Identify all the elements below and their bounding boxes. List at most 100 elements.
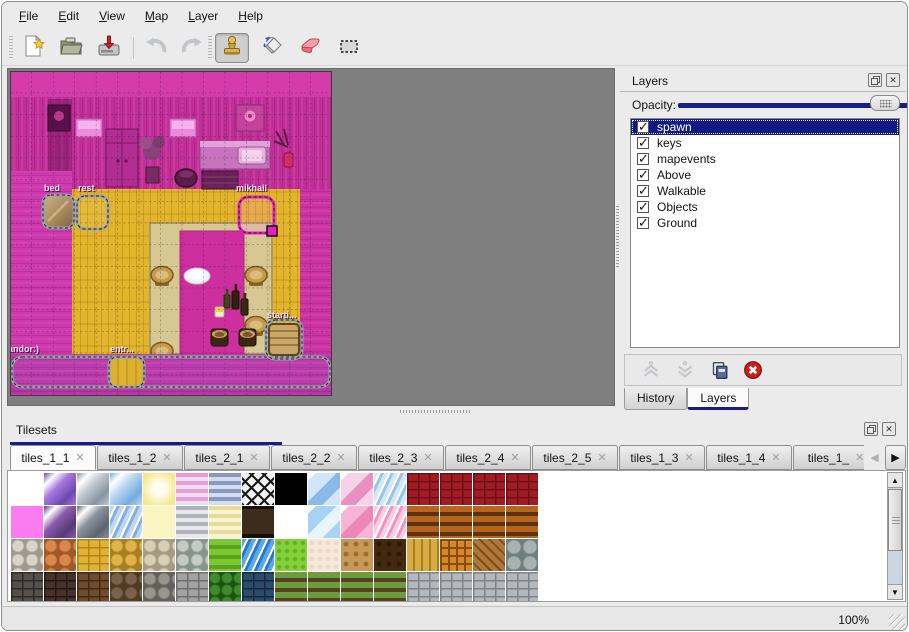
scroll-down-icon[interactable]: ▼ bbox=[888, 584, 902, 599]
resize-grip[interactable] bbox=[889, 614, 905, 630]
tileset-tab[interactable]: tiles_1_4 ✕ bbox=[706, 445, 792, 470]
tileset-tile-brick-grey-light[interactable] bbox=[407, 572, 439, 602]
checkbox-checked-icon[interactable] bbox=[637, 201, 649, 213]
tileset-tile-stone-brown[interactable] bbox=[110, 572, 142, 602]
tileset-tab[interactable]: tiles_2_3 ✕ bbox=[358, 445, 444, 470]
rect-select-button[interactable] bbox=[333, 33, 365, 63]
tileset-tile-brick-brown[interactable] bbox=[77, 572, 109, 602]
tileset-tile-black[interactable] bbox=[275, 473, 307, 505]
object-resize-handle[interactable] bbox=[267, 226, 277, 236]
menu-layer[interactable]: Layer bbox=[179, 6, 227, 26]
tab-history[interactable]: History bbox=[624, 388, 687, 410]
tab-layers[interactable]: Layers bbox=[687, 388, 749, 410]
close-tab-icon[interactable]: ✕ bbox=[423, 451, 432, 464]
tileset-tile-sand-pink[interactable] bbox=[308, 539, 340, 571]
tileset-tile-cobble-slate[interactable] bbox=[176, 539, 208, 571]
opacity-slider-handle[interactable] bbox=[870, 95, 900, 111]
tileset-tab[interactable]: tiles_2_1 ✕ bbox=[184, 445, 270, 470]
tileset-tile-herringbone[interactable] bbox=[473, 539, 505, 571]
tileset-tile-water-pool[interactable] bbox=[308, 506, 340, 538]
tileset-tile-crystal-grey-dark[interactable] bbox=[77, 506, 109, 538]
tileset-tile-lattice[interactable] bbox=[242, 473, 274, 505]
scroll-up-icon[interactable]: ▲ bbox=[888, 473, 902, 488]
stamp-brush-button[interactable] bbox=[215, 33, 249, 63]
tileset-tile-stripes-pink[interactable] bbox=[176, 473, 208, 505]
checkbox-checked-icon[interactable] bbox=[637, 185, 649, 197]
map-object-mikhail-selected[interactable] bbox=[239, 197, 277, 236]
menu-file[interactable]: File bbox=[10, 6, 47, 26]
tileset-tab[interactable]: tiles_2_5 ✕ bbox=[532, 445, 618, 470]
tileset-tile-brick-grey[interactable] bbox=[176, 572, 208, 602]
tileset-tab[interactable]: tiles_1_1 ✕ bbox=[10, 445, 96, 470]
tileset-tile-brick-grey-light[interactable] bbox=[506, 572, 538, 602]
layer-row-walkable[interactable]: Walkable bbox=[631, 183, 899, 199]
layer-row-objects[interactable]: Objects bbox=[631, 199, 899, 215]
tileset-tile-crystal-blue[interactable] bbox=[110, 473, 142, 505]
layer-row-above[interactable]: Above bbox=[631, 167, 899, 183]
checkbox-checked-icon[interactable] bbox=[637, 137, 649, 149]
toolbar-grip[interactable] bbox=[208, 36, 212, 60]
tileset-tile-tile-gold[interactable] bbox=[77, 539, 109, 571]
new-map-button[interactable] bbox=[17, 33, 49, 63]
tileset-tile-garden-rows[interactable] bbox=[275, 572, 307, 602]
map-object-bed[interactable] bbox=[43, 195, 74, 228]
tileset-tile-brick-grey-light[interactable] bbox=[473, 572, 505, 602]
tileset-tile-empty[interactable] bbox=[275, 506, 307, 538]
tileset-tile-glass-pink[interactable] bbox=[341, 473, 373, 505]
tileset-tab[interactable]: tiles_2_4 ✕ bbox=[445, 445, 531, 470]
raise-layer-button[interactable] bbox=[639, 358, 663, 382]
float-panel-button[interactable] bbox=[868, 73, 882, 87]
map-view[interactable]: bed rest mikhail starti... entr... andor… bbox=[7, 68, 615, 406]
tileset-tile-stripes-slate[interactable] bbox=[209, 473, 241, 505]
layer-row-ground[interactable]: Ground bbox=[631, 215, 899, 231]
tileset-tile-planks-gold[interactable] bbox=[407, 539, 439, 571]
tileset-tile-brick-red[interactable] bbox=[473, 473, 505, 505]
tileset-tile-stripes-grey[interactable] bbox=[176, 506, 208, 538]
undo-button[interactable] bbox=[140, 33, 172, 63]
duplicate-layer-button[interactable] bbox=[707, 358, 731, 382]
tileset-tile-glass-blue[interactable] bbox=[308, 473, 340, 505]
save-map-button[interactable] bbox=[93, 33, 125, 63]
tileset-tile-grass-stripes[interactable] bbox=[209, 539, 241, 571]
tileset-tile-stone-grey[interactable] bbox=[143, 572, 175, 602]
checkbox-checked-icon[interactable] bbox=[637, 169, 649, 181]
tileset-tile-wall-brown-dark[interactable] bbox=[44, 572, 76, 602]
close-tab-icon[interactable]: ✕ bbox=[75, 451, 84, 464]
tileset-tile-stripes-yellow[interactable] bbox=[209, 506, 241, 538]
open-map-button[interactable] bbox=[55, 33, 87, 63]
menu-view[interactable]: View bbox=[90, 6, 134, 26]
close-tab-icon[interactable]: ✕ bbox=[510, 451, 519, 464]
tileset-tile-water-ripple[interactable] bbox=[110, 506, 142, 538]
close-tab-icon[interactable]: ✕ bbox=[162, 451, 171, 464]
menu-edit[interactable]: Edit bbox=[49, 6, 88, 26]
tileset-tab[interactable]: tiles_1_2 ✕ bbox=[97, 445, 183, 470]
tileset-tile-water-sparkle[interactable] bbox=[242, 539, 274, 571]
tileset-tile-brick-blue[interactable] bbox=[242, 572, 274, 602]
tileset-tile-crystal-purple[interactable] bbox=[44, 473, 76, 505]
tileset-tile-cobble-orange[interactable] bbox=[44, 539, 76, 571]
layer-row-spawn[interactable]: spawn bbox=[631, 119, 899, 135]
tileset-tile-waves-blue[interactable] bbox=[374, 473, 406, 505]
tileset-tile-pink[interactable] bbox=[11, 506, 43, 538]
tileset-tile-glow-yellow[interactable] bbox=[143, 473, 175, 505]
float-panel-button[interactable] bbox=[864, 422, 878, 436]
tileset-tile-brick-red[interactable] bbox=[506, 473, 538, 505]
scrollbar-thumb[interactable] bbox=[888, 489, 902, 551]
tileset-tile-wood-orange[interactable] bbox=[440, 506, 472, 538]
redo-button[interactable] bbox=[176, 33, 208, 63]
eraser-button[interactable] bbox=[295, 33, 327, 63]
delete-layer-button[interactable] bbox=[741, 358, 765, 382]
checkbox-checked-icon[interactable] bbox=[637, 217, 649, 229]
close-panel-button[interactable]: ✕ bbox=[882, 422, 896, 436]
tileset-tab[interactable]: tiles_2_2 ✕ bbox=[271, 445, 357, 470]
tileset-tile-brick-red[interactable] bbox=[440, 473, 472, 505]
close-panel-button[interactable]: ✕ bbox=[886, 73, 900, 87]
checkbox-checked-icon[interactable] bbox=[637, 153, 649, 165]
tileset-tile-pale-yellow[interactable] bbox=[143, 506, 175, 538]
tileset-tile-sign-dark[interactable] bbox=[242, 506, 274, 538]
tileset-tile-cobble-grey[interactable] bbox=[11, 539, 43, 571]
tileset-tile-empty[interactable] bbox=[11, 473, 43, 505]
map-object-entr[interactable] bbox=[109, 357, 144, 387]
tileset-tab[interactable]: tiles_1_3 ✕ bbox=[619, 445, 705, 470]
tileset-tile-wood-orange[interactable] bbox=[506, 506, 538, 538]
